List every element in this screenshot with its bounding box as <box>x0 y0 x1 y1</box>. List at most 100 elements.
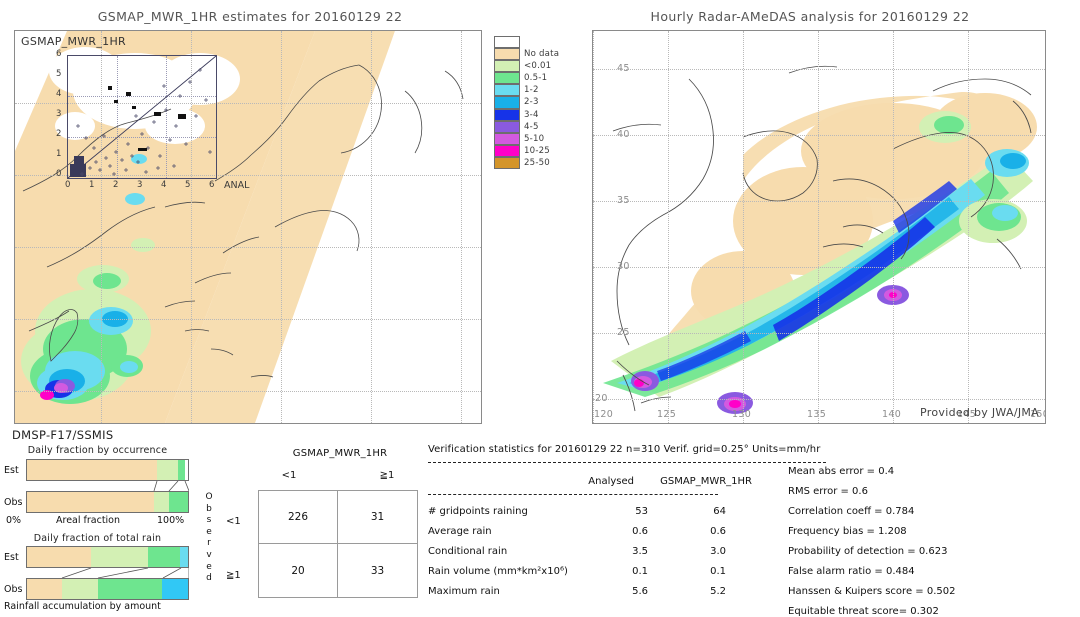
legend-swatch <box>494 72 520 85</box>
bar-segment <box>168 492 188 512</box>
scatter-ytick-5: 5 <box>56 69 62 79</box>
legend-label: No data <box>524 49 560 60</box>
legend-entry: 3-4 <box>494 108 558 121</box>
observed-label-letter: v <box>206 549 212 560</box>
legend-swatch <box>494 144 520 157</box>
legend-swatch <box>494 48 520 61</box>
contingency-col-header-lt1: <1 <box>281 470 297 481</box>
precipitation-colorbar-legend: No data <0.01 0.5-1 1-2 2-3 3-4 4-5 5-10… <box>494 36 560 170</box>
observed-axis-label: Observed <box>204 492 214 585</box>
observed-label-letter: b <box>206 503 212 514</box>
legend-swatch <box>494 84 520 97</box>
stat-label: Rain volume (mm*km²x10⁶) <box>428 566 568 577</box>
scatter-ytick-6: 6 <box>56 49 62 59</box>
column-header-analysed: Analysed <box>588 476 634 487</box>
scatter-xtick-5: 5 <box>185 180 191 190</box>
legend-label: 1-2 <box>524 85 539 96</box>
stat-value-analysed: 3.5 <box>632 546 648 557</box>
bar-segment <box>91 547 148 567</box>
contingency-col-header-ge1: ≧1 <box>379 470 395 481</box>
lat-tick-30: 30 <box>617 261 630 272</box>
legend-swatch <box>494 132 520 145</box>
stat-value-model: 64 <box>713 506 726 517</box>
metric-frequency-bias: Frequency bias = 1.208 <box>788 526 907 537</box>
gsmap-estimate-map: GSMAP_MWR_1HR 6 5 4 3 2 1 0 0 1 2 3 4 5 … <box>14 30 482 424</box>
stat-label: Average rain <box>428 526 492 537</box>
metric-probability-of-detection: Probability of detection = 0.623 <box>788 546 948 557</box>
stat-label: Conditional rain <box>428 546 508 557</box>
lat-tick-40: 40 <box>617 129 630 140</box>
contingency-row-header-lt1: <1 <box>226 516 241 527</box>
stat-value-analysed: 53 <box>635 506 648 517</box>
contingency-grid: 226 31 20 33 <box>258 490 418 598</box>
stat-row: Rain volume (mm*km²x10⁶) 0.1 0.1 <box>428 566 752 584</box>
rule <box>428 462 826 463</box>
metric-rms-error: RMS error = 0.6 <box>788 486 868 497</box>
contingency-table: GSMAP_MWR_1HR <1 ≧1 Observed <1 ≧1 226 3… <box>196 444 424 612</box>
left-panel-title: GSMAP_MWR_1HR estimates for 20160129 22 <box>97 9 403 24</box>
legend-entry: 5-10 <box>494 132 558 145</box>
bar-segment <box>62 579 98 599</box>
legend-swatch <box>494 36 520 49</box>
occurrence-row-label-obs: Obs <box>4 497 23 508</box>
legend-entry: <0.01 <box>494 60 558 73</box>
contingency-cell: 31 <box>338 491 417 544</box>
bar-segment <box>27 579 63 599</box>
legend-entry <box>494 36 558 49</box>
legend-label: 3-4 <box>524 109 539 120</box>
contingency-table-title: GSMAP_MWR_1HR <box>292 448 388 459</box>
observed-label-letter: r <box>207 538 211 549</box>
scatter-ytick-3: 3 <box>56 109 62 119</box>
total-rain-caption: Rainfall accumulation by amount <box>4 601 161 612</box>
legend-swatch <box>494 108 520 121</box>
occurrence-chart-title: Daily fraction by occurrence <box>27 445 168 456</box>
total-rain-chart-title: Daily fraction of total rain <box>33 533 162 544</box>
scatter-ytick-2: 2 <box>56 129 62 139</box>
lat-tick-35: 35 <box>617 195 630 206</box>
stat-value-analysed: 0.1 <box>632 566 648 577</box>
total-rain-row-label-est: Est <box>4 552 19 563</box>
bar-segment <box>179 547 188 567</box>
column-header-model: GSMAP_MWR_1HR <box>660 476 752 487</box>
occurrence-bar-est <box>26 459 189 481</box>
stat-row: Average rain 0.6 0.6 <box>428 526 752 544</box>
bar-segment <box>147 547 180 567</box>
legend-label: 10-25 <box>524 145 550 156</box>
occurrence-axis-right: 100% <box>157 515 185 526</box>
legend-swatch <box>494 156 520 170</box>
bar-segment <box>184 460 188 480</box>
occurrence-axis-left: 0% <box>6 515 22 526</box>
observed-label-letter: s <box>206 515 212 526</box>
scatter-xtick-2: 2 <box>113 180 119 190</box>
observed-label-letter: e <box>206 561 212 572</box>
stat-value-model: 5.2 <box>710 586 726 597</box>
contingency-row-header-ge1: ≧1 <box>226 570 241 581</box>
stat-row: Maximum rain 5.6 5.2 <box>428 586 752 604</box>
legend-swatch <box>494 120 520 133</box>
lon-tick-120: 120 <box>594 409 614 420</box>
stat-value-analysed: 0.6 <box>632 526 648 537</box>
radar-amedas-map-canvas <box>603 65 1037 414</box>
metric-hanssen-kuipers-score: Hanssen & Kuipers score = 0.502 <box>788 586 956 597</box>
legend-swatch <box>494 96 520 109</box>
legend-swatch <box>494 60 520 73</box>
stat-label: Maximum rain <box>428 586 500 597</box>
contingency-cell: 20 <box>259 544 338 597</box>
stat-value-analysed: 5.6 <box>632 586 648 597</box>
scatter-inset: 6 5 4 3 2 1 0 0 1 2 3 4 5 6 ANAL <box>56 49 249 191</box>
lat-tick-45: 45 <box>617 63 630 74</box>
legend-label: 0.5-1 <box>524 73 548 84</box>
lon-tick-130: 130 <box>732 409 752 420</box>
metric-mean-abs-error: Mean abs error = 0.4 <box>788 466 895 477</box>
bar-segment <box>156 460 178 480</box>
lat-tick-25: 25 <box>617 327 630 338</box>
bar-segment <box>154 492 169 512</box>
total-rain-row-label-obs: Obs <box>4 584 23 595</box>
scatter-ytick-1: 1 <box>56 149 62 159</box>
scatter-ytick-0: 0 <box>56 169 62 179</box>
sensor-label: DMSP-F17/SSMIS <box>12 428 114 442</box>
verification-header: Verification statistics for 20160129 22 … <box>428 444 821 455</box>
observed-label-letter: e <box>206 526 212 537</box>
lon-tick-140: 140 <box>882 409 902 420</box>
legend-label: 2-3 <box>524 97 539 108</box>
